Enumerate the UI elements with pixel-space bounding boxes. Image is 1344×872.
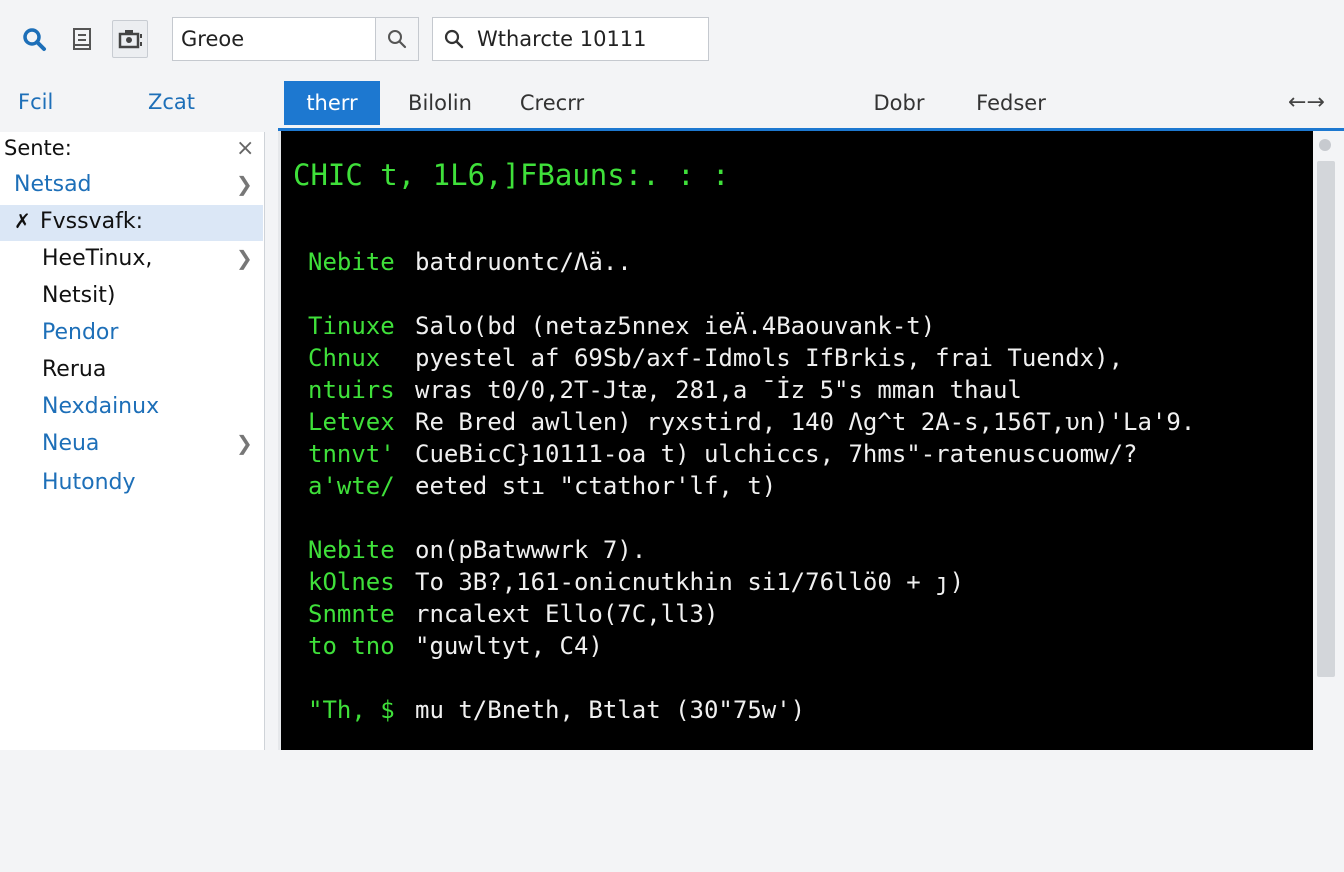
- terminal-line: rncalext Ello(7C,ll3): [415, 600, 719, 628]
- terminal-key: Letvex: [308, 408, 395, 436]
- tab-active[interactable]: therr: [284, 81, 380, 125]
- search-field[interactable]: Greoe: [172, 17, 419, 61]
- terminal-title: CHIC t, 1L6,]FBauns:. : :: [293, 158, 730, 192]
- navigate-arrows-icon[interactable]: ←→: [1288, 90, 1325, 115]
- sidebar-item[interactable]: Hutondy: [0, 466, 263, 502]
- sidebar-item[interactable]: Netsad ❯: [0, 168, 263, 204]
- tab-5[interactable]: Fedser: [966, 81, 1056, 125]
- tab-4[interactable]: Dobr: [862, 81, 936, 125]
- screenshot-icon[interactable]: [112, 20, 148, 58]
- sidebar-item[interactable]: Nexdainux: [0, 390, 263, 426]
- sidebar-item-label: Netsit): [42, 283, 116, 308]
- terminal-key: Nebite: [308, 248, 395, 276]
- close-icon[interactable]: ×: [236, 136, 254, 161]
- scroll-up-button[interactable]: [1319, 139, 1331, 151]
- terminal-key: Chnux: [308, 344, 381, 372]
- sidebar-item-label: Nexdainux: [42, 394, 160, 419]
- terminal-key: to tno: [308, 632, 395, 660]
- terminal-key: ntuirs: [308, 376, 395, 404]
- terminal-line: mu t/Bneth, Btlat (30"75w'): [415, 696, 806, 724]
- terminal-key: Tinuxe: [308, 312, 395, 340]
- sidebar-item-label: Neua: [42, 431, 100, 456]
- sidebar-item-label: HeeTinux,: [42, 246, 153, 271]
- sidebar-item-label: Rerua: [42, 357, 107, 382]
- sidebar-item-label: Fvssvafk:: [40, 209, 143, 234]
- terminal-line: eeted stı "ctathor'lf, t): [415, 472, 777, 500]
- terminal-line: on(pBatwwwrk 7).: [415, 536, 647, 564]
- terminal-key: Nebite: [308, 536, 395, 564]
- toolbar: Greoe Wtharcte 10111: [0, 0, 1344, 78]
- left-tab-file[interactable]: Fcil: [18, 90, 53, 114]
- terminal-key: "Th, $: [308, 696, 395, 724]
- terminal-line: CueBicC}10111-oa t) ulchiccs, 7hms"-rate…: [415, 440, 1138, 468]
- scrollbar-thumb[interactable]: [1317, 161, 1335, 677]
- terminal-line: Re Bred awllen) ryxstird, 140 Λg^t 2A-s,…: [415, 408, 1196, 436]
- terminal-panel[interactable]: CHIC t, 1L6,]FBauns:. : : Nebite batdruo…: [278, 131, 1315, 750]
- chevron-right-icon: ❯: [236, 431, 253, 455]
- clipboard-icon[interactable]: [64, 20, 100, 58]
- sidebar-item[interactable]: Neua ❯: [0, 427, 263, 463]
- tabs-row: Fcil Zcat therr Bilolin Crecrr Dobr Feds…: [0, 78, 1344, 130]
- tab-3[interactable]: Crecrr: [510, 81, 594, 125]
- sidebar-title: Sente:: [4, 136, 72, 160]
- sidebar-item[interactable]: HeeTinux, ❯: [0, 242, 263, 278]
- scrollbar[interactable]: [1313, 131, 1344, 750]
- chevron-right-icon: ❯: [236, 172, 253, 196]
- terminal-key: Snmnte: [308, 600, 395, 628]
- terminal-line: "guwltyt, C4): [415, 632, 603, 660]
- sidebar-item[interactable]: Pendor: [0, 316, 263, 352]
- chevron-right-icon: ❯: [236, 246, 253, 270]
- terminal-key: tnnvt': [308, 440, 395, 468]
- sidebar-item-label: Netsad: [14, 172, 92, 197]
- magnifier-icon: [443, 28, 465, 54]
- terminal-key: a'wte/: [308, 472, 395, 500]
- sidebar-item-label: Pendor: [42, 320, 119, 345]
- search-button[interactable]: [375, 18, 418, 60]
- tab-2[interactable]: Bilolin: [396, 81, 484, 125]
- search-icon[interactable]: [16, 20, 52, 58]
- sidebar: Sente: × Netsad ❯ ✗ Fvssvafk: HeeTinux, …: [0, 132, 265, 750]
- terminal-output: CHIC t, 1L6,]FBauns:. : : Nebite batdruo…: [281, 131, 1311, 750]
- terminal-line: batdruontc/Λä..: [415, 248, 632, 276]
- sidebar-item[interactable]: Rerua: [0, 353, 263, 389]
- terminal-key: kOlnes: [308, 568, 395, 596]
- left-tab-edit[interactable]: Zcat: [148, 90, 195, 114]
- terminal-line: wras t0/0,2T‐Jtæ, 281,a ¯İz 5"s mman tha…: [415, 376, 1022, 404]
- terminal-line: To 3B?,161-onicnutkhin si1/76llö0 + ȷ): [415, 568, 965, 596]
- sidebar-item[interactable]: Netsit): [0, 279, 263, 315]
- secondary-search-input[interactable]: Wtharcte 10111: [477, 27, 647, 51]
- close-icon[interactable]: ✗: [14, 209, 31, 233]
- secondary-search-field[interactable]: Wtharcte 10111: [432, 17, 709, 61]
- search-input[interactable]: Greoe: [181, 27, 244, 51]
- terminal-line: Salo(bd (netaz5nnex ieÄ.4Baouvank-t): [415, 312, 936, 340]
- sidebar-item-label: Hutondy: [42, 470, 136, 495]
- terminal-line: pyestel af 69Sb/axf-Idmols IfBrkis, frai…: [415, 344, 1124, 372]
- magnifier-icon: [388, 30, 407, 49]
- sidebar-item-selected[interactable]: ✗ Fvssvafk:: [0, 205, 263, 241]
